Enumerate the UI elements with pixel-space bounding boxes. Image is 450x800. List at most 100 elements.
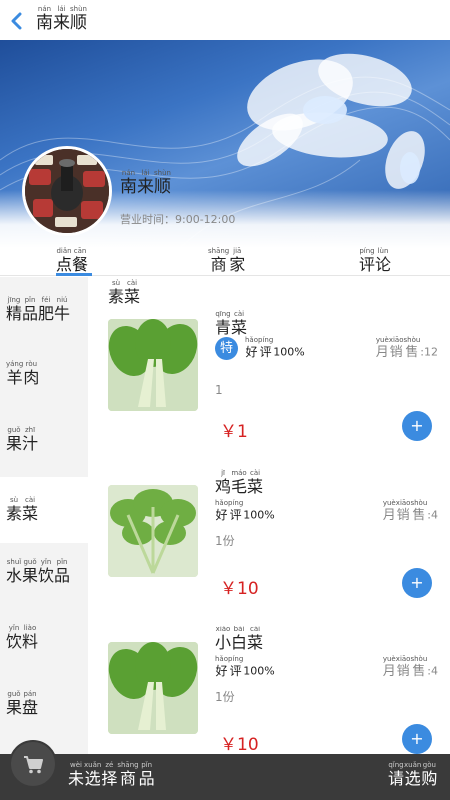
ruby-char: shuǐ 水 [6,558,23,585]
top-bar: nán 南 lái 来 shùn 顺 [0,0,450,40]
category-premium-beef[interactable]: jīng 精 pǐn 品 féi 肥 niú 牛 [0,297,88,363]
ruby-char: jīng 精 [6,296,23,323]
shop-name: nán 南 lái 来 shùn 顺 [120,170,171,197]
product-item: qīng 青 cài 菜 特 hǎo 好 píng 评 100% yuè 月 xiāo 销 shòu 售… [100,311,450,469]
active-tab-indicator [56,273,92,276]
ruby-char: píng 评 [228,499,244,522]
ruby-char: cài 菜 [231,310,248,337]
ruby-char: hǎo 好 [215,655,229,678]
ruby-char: liào 料 [22,624,39,651]
monthly-sales: yuè 月 xiāo 销 shòu 售:12 [375,336,438,360]
ruby-char: qǐng 请 [388,761,405,788]
ruby-char: cài 菜 [247,469,264,496]
shop-avatar [22,146,112,236]
ruby-char: shāng 商 [117,761,139,788]
ruby-char: lái 来 [137,169,154,197]
cart-button[interactable] [9,740,57,788]
ruby-char: shòu 售 [410,655,428,679]
add-to-cart-button[interactable]: + [402,411,432,441]
ruby-char: xiāo 销 [395,655,411,679]
ruby-char: yǐn 饮 [6,624,23,651]
section-title: sù 素 cài 菜 [108,280,140,306]
ruby-char: zé 择 [101,761,118,788]
monthly-sales: yuè 月 xiāo 销 shòu 售:4 [382,499,438,523]
ruby-char: zhī 汁 [22,426,39,453]
ruby-char: pǐn 品 [54,558,71,585]
product-item: xiǎo 小 bái 白 cài 菜 hǎo 好 píng 评 100% yuè 月 xiāo 销 shò… [100,626,450,754]
business-hours: 营业时间：9:00-12:00 [120,213,236,226]
ruby-char: bái 白 [231,626,248,652]
ruby-char: xiāo 销 [395,499,411,523]
back-arrow-icon[interactable] [8,12,26,30]
ruby-char: píng 评 [228,655,244,678]
ruby-char: yuè 月 [382,499,396,523]
category-lamb[interactable]: yáng 羊 ròu 肉 [0,361,88,427]
ruby-char: cān 餐 [72,247,89,274]
special-badge: 特 [215,337,238,360]
product-name: qīng 青 cài 菜 [215,311,247,337]
hotpot-image [25,149,109,233]
product-image-jimaocai [108,485,198,577]
ruby-char: cài 菜 [124,279,141,306]
ruby-char: shùn 顺 [154,169,171,197]
ruby-char: jī 鸡 [215,469,232,496]
ruby-char: sù 素 [108,279,125,306]
ruby-char: yáng 羊 [6,360,24,387]
ruby-char: guǒ 果 [22,558,39,585]
checkout-button[interactable]: qǐng 请 xuǎn 选 gòu 购 [388,762,437,788]
ruby-char: hǎo 好 [215,499,229,522]
cart-icon [24,756,43,774]
product-image-qingcai [108,319,198,411]
ruby-char: yǐn 饮 [38,558,55,585]
ruby-char: guǒ 果 [6,690,23,717]
ruby-char: niú 牛 [54,296,71,323]
ruby-char: cài 菜 [22,496,39,523]
ruby-char: pán 盘 [22,690,39,717]
product-rating: hǎo 好 píng 评 100% [245,336,305,359]
monthly-sales: yuè 月 xiāo 销 shòu 售:4 [382,655,438,679]
ruby-char: qīng 青 [215,310,232,337]
cart-status-text: wèi 未 xuǎn 选 zé 择 shāng 商 pǐn 品 [68,762,155,788]
ruby-char: máo 毛 [231,469,248,496]
ruby-char: jiā 家 [229,247,246,274]
product-name: jī 鸡 máo 毛 cài 菜 [215,470,263,496]
ruby-char: xuǎn 选 [84,761,102,788]
ruby-char: yuè 月 [382,655,396,679]
add-to-cart-button[interactable]: + [402,724,432,754]
product-price: ￥10 [220,579,259,599]
product-item: jī 鸡 máo 毛 cài 菜 hǎo 好 píng 评 100% yuè 月 xiāo 销 shòu 售… [100,470,450,628]
ruby-char: yuè 月 [375,336,389,360]
category-vegetables[interactable]: sù 素 cài 菜 [0,477,88,543]
ruby-char: guǒ 果 [6,426,23,453]
product-unit: 1 [215,383,223,397]
product-image-xiaobaicai [108,642,198,734]
tab-order[interactable]: diǎn 点 cān 餐 [56,248,88,274]
ruby-char: féi 肥 [38,296,55,323]
product-unit: 1份 [215,534,235,548]
tab-reviews[interactable]: píng 评 lùn 论 [359,248,391,274]
ruby-char: shāng 商 [208,247,230,274]
ruby-char: gòu 购 [421,761,438,788]
category-fruit-drinks[interactable]: shuǐ 水 guǒ 果 yǐn 饮 pǐn 品 [0,559,88,625]
ruby-char: lùn 论 [375,247,392,274]
ruby-char: wèi 未 [68,761,85,788]
ruby-char: pǐn 品 [22,296,39,323]
ruby-char: pǐn 品 [138,761,155,788]
add-to-cart-button[interactable]: + [402,568,432,598]
product-unit: 1份 [215,690,235,704]
ruby-char: shùn 顺 [70,5,87,33]
ruby-char: ròu 肉 [23,360,40,387]
ruby-char: píng 评 [258,336,274,359]
category-beverages[interactable]: yǐn 饮 liào 料 [0,625,88,691]
tab-merchant[interactable]: shāng 商 jiā 家 [208,248,245,274]
ruby-char: lái 来 [53,5,70,33]
category-sidebar: jīng 精 pǐn 品 féi 肥 niú 牛 yáng 羊 ròu 肉 guǒ 果 zhī 汁 sù 素… [0,277,88,754]
ruby-char: nán 南 [36,5,53,33]
product-rating: hǎo 好 píng 评 100% [215,499,275,522]
product-name: xiǎo 小 bái 白 cài 菜 [215,626,263,652]
ruby-char: shòu 售 [403,336,421,360]
ruby-char: hǎo 好 [245,336,259,359]
product-price: ￥1 [220,422,248,442]
product-rating: hǎo 好 píng 评 100% [215,655,275,678]
ruby-char: xuǎn 选 [404,761,422,788]
